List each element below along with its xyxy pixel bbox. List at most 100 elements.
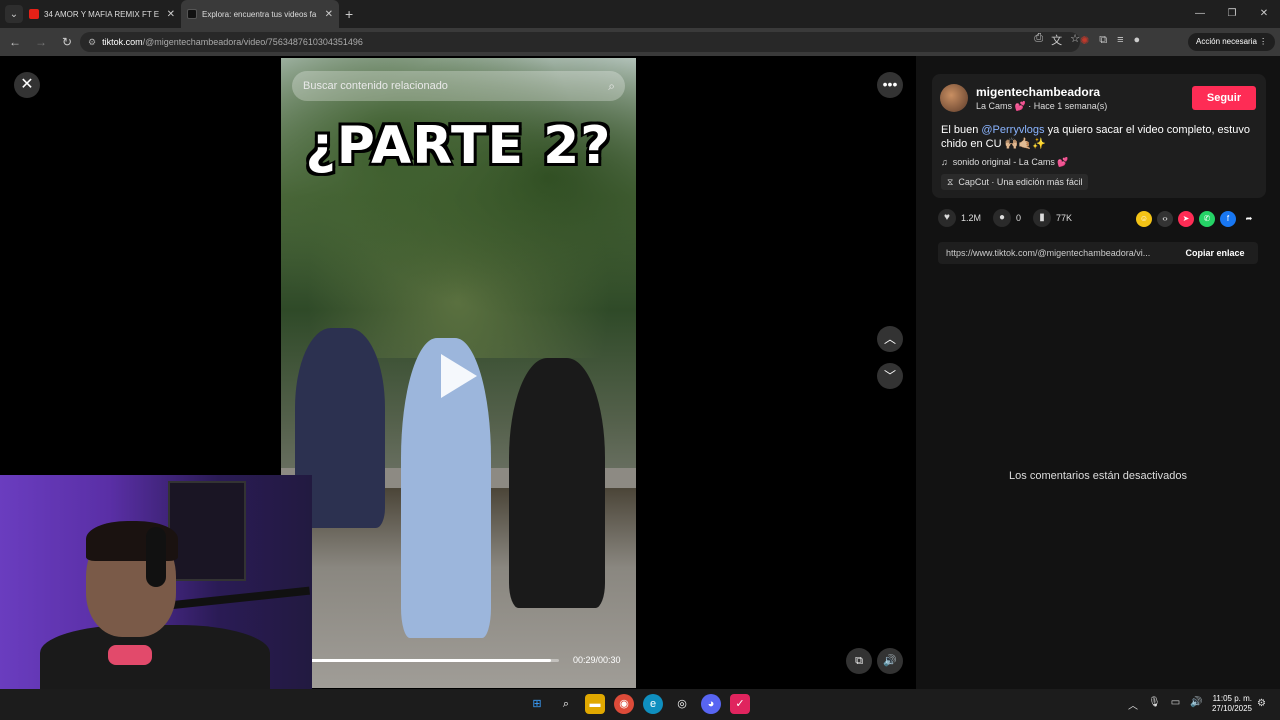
chrome-icon[interactable]: ◉ <box>614 694 634 714</box>
mini-player-icon[interactable]: ⧉ <box>846 648 872 674</box>
tab-title: Explora: encuentra tus videos fa <box>202 9 317 19</box>
video-progress-bar[interactable] <box>311 659 559 662</box>
whatsapp-icon[interactable]: ✆ <box>1199 211 1215 227</box>
close-window-button[interactable]: ✕ <box>1248 0 1280 28</box>
extension-icon[interactable]: ✺ <box>1080 34 1089 47</box>
comment-button[interactable]: ● 0 <box>993 209 1021 227</box>
share-link-box: https://www.tiktok.com/@migentechambeado… <box>938 242 1258 264</box>
video-overlay-caption: ¿PARTE 2? <box>305 116 612 176</box>
webcam-shirt <box>40 625 270 689</box>
site-info-icon[interactable]: ⚙ <box>88 37 96 48</box>
tab-title: 34 AMOR Y MAFIA REMIX FT E <box>44 9 160 19</box>
capcut-label: CapCut · Una edición más fácil <box>958 177 1083 187</box>
video-progress-fill <box>311 659 551 662</box>
microphone-icon[interactable]: 🎙 <box>1148 697 1161 712</box>
share-friends-icon[interactable]: ☺ <box>1136 211 1152 227</box>
tiktok-icon <box>187 9 197 19</box>
play-icon[interactable] <box>441 354 477 398</box>
extensions-puzzle-icon[interactable]: ⧉ <box>1099 34 1107 47</box>
tab-search-menu[interactable]: ⌄ <box>5 5 23 23</box>
share-link-url[interactable]: https://www.tiktok.com/@migentechambeado… <box>938 248 1172 258</box>
author-meta: La Cams 💕 · Hace 1 semana(s) <box>976 101 1108 111</box>
avatar[interactable] <box>940 84 968 112</box>
webcam-overlay <box>0 475 312 689</box>
taskbar-clock[interactable]: 11:05 p. m. 27/10/2025 <box>1206 694 1252 714</box>
like-button[interactable]: ♥ 1.2M <box>938 209 981 227</box>
extensions-area: ✺ ⧉ ≡ ● <box>1080 34 1140 47</box>
back-icon[interactable]: ← <box>4 35 26 49</box>
address-host: tiktok.com <box>102 37 143 47</box>
browser-toolbar: ← → ↻ ⚙ tiktok.com /@migentechambeadora/… <box>0 28 1280 56</box>
share-arrow-icon[interactable]: ➦ <box>1241 211 1257 227</box>
capcut-link[interactable]: ⧖ CapCut · Una edición más fácil <box>941 174 1089 190</box>
file-explorer-icon[interactable]: ▬ <box>585 694 605 714</box>
steam-icon[interactable]: ◎ <box>672 694 692 714</box>
like-count: 1.2M <box>961 213 982 223</box>
music-note-icon: ♫ <box>941 157 948 167</box>
heart-icon: ♥ <box>938 209 956 227</box>
chevron-up-icon[interactable]: ︿ <box>1128 697 1138 712</box>
post-info-card: migentechambeadora La Cams 💕 · Hace 1 se… <box>932 74 1266 198</box>
search-icon[interactable]: ⌕ <box>608 71 615 101</box>
video-player[interactable]: Buscar contenido relacionado ⌕ ¿PARTE 2?… <box>281 58 636 688</box>
capcut-icon: ⧖ <box>947 177 954 187</box>
tab-tiktok[interactable]: Explora: encuentra tus videos fa ✕ <box>181 0 339 28</box>
embed-icon[interactable]: ‹› <box>1157 211 1173 227</box>
clock-time: 11:05 p. m. <box>1212 694 1252 703</box>
comments-disabled-notice: Los comentarios están desactivados <box>1009 470 1187 482</box>
discord-icon[interactable]: ◕ <box>701 694 721 714</box>
speaker-icon[interactable]: 🔊 <box>1190 697 1202 712</box>
pocket-icon[interactable]: ✓ <box>730 694 750 714</box>
mention-link[interactable]: @Perryvlogs <box>981 124 1044 136</box>
facebook-icon[interactable]: f <box>1220 211 1236 227</box>
profile-avatar-icon[interactable]: ● <box>1134 34 1141 47</box>
address-bar[interactable]: ⚙ tiktok.com /@migentechambeadora/video/… <box>80 32 1080 52</box>
video-person <box>509 358 605 608</box>
system-tray: ︿ 🎙 ▭ 🔊 <box>1128 697 1203 712</box>
address-path: /@migentechambeadora/video/7563487610304… <box>142 37 363 47</box>
windows-taskbar: ⊞ ⌕ ▬ ◉ e ◎ ◕ ✓ ︿ 🎙 ▭ 🔊 11:05 p. m. 27/1… <box>0 689 1280 720</box>
action-needed-button[interactable]: Acción necesaria ⋮ <box>1188 33 1276 51</box>
edge-icon[interactable]: e <box>643 694 663 714</box>
volume-icon[interactable]: 🔊 <box>877 648 903 674</box>
video-frame-trees <box>281 58 636 358</box>
clock-date: 27/10/2025 <box>1211 704 1252 713</box>
music-link[interactable]: ♫ sonido original - La Cams 💕 <box>941 157 1069 168</box>
video-time: 00:29/00:30 <box>573 655 621 665</box>
new-tab-button[interactable]: + <box>345 6 353 22</box>
translate-icon[interactable]: 文 <box>1051 32 1062 48</box>
minimize-button[interactable]: — <box>1184 0 1216 28</box>
install-app-icon[interactable]: ⎙ <box>1034 32 1043 48</box>
save-button[interactable]: ▮ 77K <box>1033 209 1072 227</box>
search-icon[interactable]: ⌕ <box>556 694 576 714</box>
bookmark-star-icon[interactable]: ☆ <box>1070 32 1080 48</box>
save-count: 77K <box>1056 213 1073 223</box>
related-search-input[interactable]: Buscar contenido relacionado ⌕ <box>292 71 625 101</box>
engagement-actions: ♥ 1.2M ● 0 ▮ 77K <box>938 209 1084 227</box>
send-icon[interactable]: ➤ <box>1178 211 1194 227</box>
webcam-microphone <box>108 645 152 665</box>
post-description: El buen @Perryvlogs ya quiero sacar el v… <box>941 123 1257 151</box>
forward-icon[interactable]: → <box>30 35 52 49</box>
notification-icon[interactable]: ⚙ <box>1257 698 1266 709</box>
media-control-icon[interactable]: ≡ <box>1117 34 1123 47</box>
bookmark-icon: ▮ <box>1033 209 1052 227</box>
more-options-button[interactable]: ••• <box>877 72 903 98</box>
previous-video-button[interactable]: ︿ <box>877 326 903 352</box>
comment-count: 0 <box>1016 213 1022 223</box>
reload-icon[interactable]: ↻ <box>56 35 78 49</box>
network-icon[interactable]: ▭ <box>1171 697 1180 712</box>
maximize-button[interactable]: ❐ <box>1216 0 1248 28</box>
tab-youtube[interactable]: 34 AMOR Y MAFIA REMIX FT E ✕ <box>23 0 181 28</box>
copy-link-button[interactable]: Copiar enlace <box>1172 248 1258 258</box>
author-username[interactable]: migentechambeadora <box>976 85 1100 99</box>
close-tab-icon[interactable]: ✕ <box>325 9 333 20</box>
window-controls: — ❐ ✕ <box>1184 0 1280 28</box>
next-video-button[interactable]: ﹀ <box>877 363 903 389</box>
browser-tab-bar: ⌄ 34 AMOR Y MAFIA REMIX FT E ✕ Explora: … <box>0 0 1280 28</box>
close-tab-icon[interactable]: ✕ <box>167 9 175 20</box>
follow-button[interactable]: Seguir <box>1192 86 1256 110</box>
close-video-button[interactable]: ✕ <box>14 72 40 98</box>
windows-start-icon[interactable]: ⊞ <box>527 694 547 714</box>
omnibox-actions: ⎙ 文 ☆ <box>1034 32 1080 48</box>
